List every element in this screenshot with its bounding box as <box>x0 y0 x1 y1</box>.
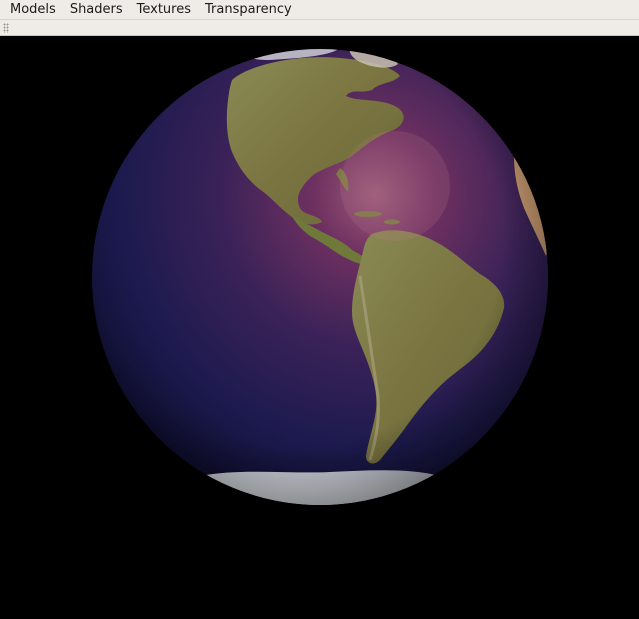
menu-transparency[interactable]: Transparency <box>198 0 299 20</box>
menu-models[interactable]: Models <box>0 0 63 20</box>
render-viewport[interactable] <box>0 36 639 619</box>
toolbar-grip-handle[interactable] <box>3 23 9 33</box>
menubar: Models Shaders Textures Transparency <box>0 0 639 20</box>
app-window: Models Shaders Textures Transparency <box>0 0 639 619</box>
toolbar <box>0 20 639 36</box>
menu-shaders[interactable]: Shaders <box>63 0 130 20</box>
globe-canvas <box>92 49 548 505</box>
globe-shading <box>92 49 548 505</box>
menu-textures[interactable]: Textures <box>130 0 198 20</box>
